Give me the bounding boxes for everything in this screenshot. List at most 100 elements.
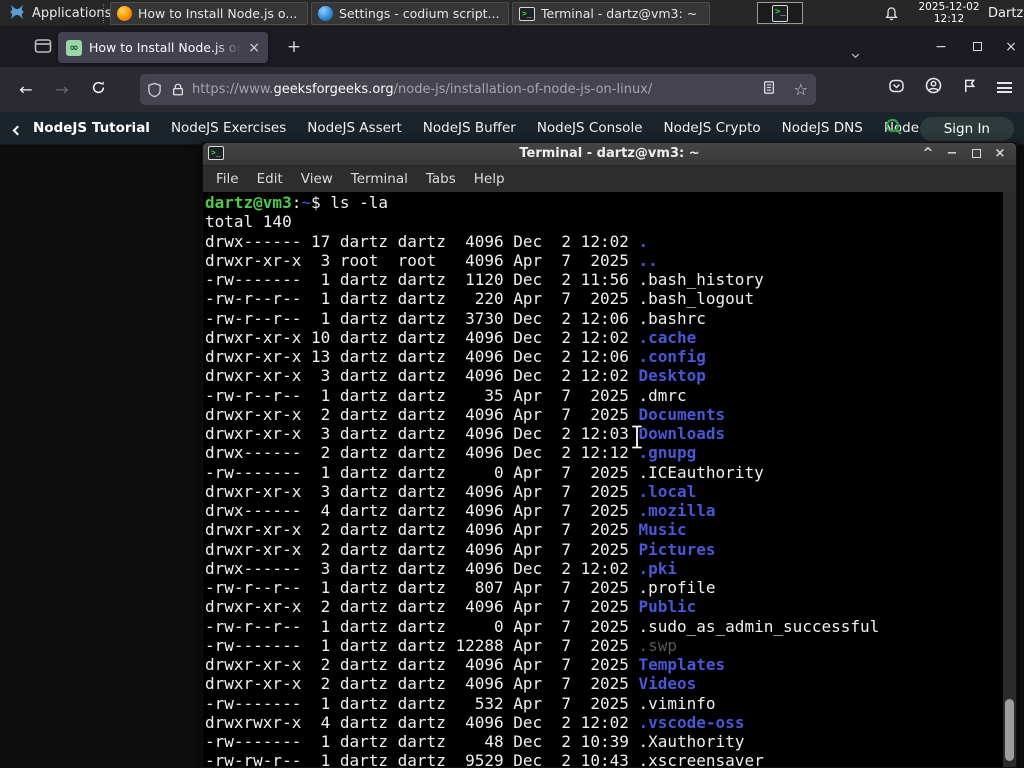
- panel-separator: [103, 4, 107, 23]
- terminal-menu-tabs[interactable]: Tabs: [417, 168, 465, 190]
- terminal-icon: >_: [519, 6, 535, 21]
- url-scheme: https://www.: [192, 82, 274, 97]
- terminal-line: -rw-r--r-- 1 dartz dartz 35 Apr 7 2025 .…: [205, 385, 687, 405]
- window-minimize-button[interactable]: −: [928, 39, 954, 57]
- taskbar-button-terminal[interactable]: >_ Terminal - dartz@vm3: ~: [512, 2, 710, 25]
- terminal-line: drwxrwxr-x 4 dartz dartz 4096 Dec 2 12:0…: [205, 712, 745, 732]
- applications-menu-button[interactable]: Applications: [0, 0, 119, 27]
- terminal-title: Terminal - dartz@vm3: ~: [519, 146, 700, 161]
- window-close-button[interactable]: ×: [998, 39, 1024, 57]
- terminal-line: -rw------- 1 dartz dartz 0 Apr 7 2025 .I…: [205, 462, 764, 482]
- terminal-line: drwxr-xr-x 2 dartz dartz 4096 Apr 7 2025…: [205, 674, 697, 694]
- nav-link-nodejs-assert[interactable]: NodeJS Assert: [307, 120, 402, 136]
- terminal-scrollbar-thumb[interactable]: [1005, 699, 1014, 761]
- terminal-window: >_ Terminal - dartz@vm3: ~ ^ − × File Edi…: [202, 142, 1017, 768]
- firefox-view-icon[interactable]: [34, 38, 52, 58]
- pocket-icon[interactable]: [888, 78, 905, 98]
- tab-close-icon[interactable]: ×: [248, 41, 260, 55]
- terminal-line: drwxr-xr-x 2 dartz dartz 4096 Apr 7 2025…: [205, 597, 697, 617]
- lock-icon[interactable]: [171, 82, 185, 97]
- terminal-menu-terminal[interactable]: Terminal: [342, 168, 417, 190]
- list-all-tabs-chevron-icon[interactable]: [851, 42, 860, 61]
- terminal-menu-view[interactable]: View: [292, 168, 342, 190]
- workspace-pager[interactable]: >_: [757, 2, 803, 24]
- search-icon[interactable]: [884, 117, 904, 141]
- task-label: Terminal - dartz@vm3: ~: [541, 6, 698, 21]
- terminal-line: -rw------- 1 dartz dartz 532 Apr 7 2025 …: [205, 693, 716, 713]
- xubuntu-logo-icon: [8, 3, 26, 25]
- terminal-scrollbar[interactable]: [1003, 192, 1016, 767]
- terminal-titlebar[interactable]: >_ Terminal - dartz@vm3: ~ ^ − ×: [203, 143, 1016, 166]
- terminal-screen[interactable]: dartz@vm3:~$ ls -la total 140 drwx------ 1…: [204, 192, 1003, 767]
- account-icon[interactable]: [925, 77, 942, 98]
- terminal-maximize-button[interactable]: [966, 145, 986, 163]
- back-button[interactable]: ←: [14, 78, 38, 102]
- notification-bell-icon[interactable]: [884, 6, 899, 26]
- url-domain: geeksforgeeks.org: [273, 82, 394, 97]
- terminal-line: total 140: [205, 212, 292, 232]
- terminal-line: drwx------ 17 dartz dartz 4096 Dec 2 12:…: [205, 231, 649, 251]
- top-panel: Applications How to Install Node.js o...…: [0, 0, 1024, 27]
- geeksforgeeks-favicon-icon: ∞: [66, 39, 82, 56]
- terminal-line: drwxr-xr-x 2 dartz dartz 4096 Apr 7 2025…: [205, 539, 716, 559]
- nav-link-nodejs-dns[interactable]: NodeJS DNS: [782, 120, 863, 136]
- url-bar[interactable]: https://www. geeksforgeeks.org/node-js/in…: [140, 74, 816, 105]
- terminal-menu-edit[interactable]: Edit: [248, 168, 292, 190]
- terminal-line: -rw-r--r-- 1 dartz dartz 3730 Dec 2 12:0…: [205, 308, 706, 328]
- reader-mode-icon[interactable]: [762, 80, 776, 99]
- bookmark-star-icon[interactable]: ☆: [794, 81, 808, 98]
- reload-button[interactable]: [86, 78, 110, 102]
- terminal-line: -rw-r--r-- 1 dartz dartz 0 Apr 7 2025 .s…: [205, 616, 880, 636]
- terminal-line: -rw-r--r-- 1 dartz dartz 807 Apr 7 2025 …: [205, 578, 716, 597]
- nav-link-nodejs-console[interactable]: NodeJS Console: [537, 120, 643, 136]
- terminal-line: drwxr-xr-x 2 dartz dartz 4096 Apr 7 2025…: [205, 520, 687, 540]
- terminal-line: -rw-r--r-- 1 dartz dartz 220 Apr 7 2025 …: [205, 289, 755, 309]
- clock-date: 2025-12-02: [918, 1, 980, 13]
- nav-link-current[interactable]: NodeJS Tutorial: [33, 120, 150, 136]
- terminal-line: drwxr-xr-x 10 dartz dartz 4096 Dec 2 12:…: [205, 327, 697, 347]
- menu-hamburger-icon[interactable]: [997, 82, 1012, 93]
- terminal-line: drwxr-xr-x 2 dartz dartz 4096 Apr 7 2025…: [205, 404, 726, 424]
- firefox-icon: [117, 6, 132, 21]
- terminal-shade-button[interactable]: ^: [918, 145, 938, 163]
- terminal-line: drwxr-xr-x 13 dartz dartz 4096 Dec 2 12:…: [205, 347, 706, 366]
- extensions-icon[interactable]: [962, 78, 977, 98]
- terminal-line: drwx------ 3 dartz dartz 4096 Dec 2 12:0…: [205, 558, 678, 578]
- terminal-close-button[interactable]: ×: [990, 145, 1010, 163]
- terminal-line: drwx------ 4 dartz dartz 4096 Apr 7 2025…: [205, 501, 716, 520]
- terminal-line: dartz@vm3:~$ ls -la: [205, 193, 389, 212]
- sign-in-button[interactable]: Sign In: [919, 116, 1014, 141]
- taskbar-button-firefox[interactable]: How to Install Node.js o...: [110, 2, 308, 25]
- site-nav-links: NodeJS Tutorial NodeJS Exercises NodeJS A…: [33, 120, 1024, 136]
- taskbar-button-codium[interactable]: Settings - codium script...: [311, 2, 509, 25]
- terminal-line: -rw------- 1 dartz dartz 1120 Dec 2 11:5…: [205, 270, 764, 289]
- url-path: /node-js/installation-of-node-js-on-linu…: [393, 82, 653, 97]
- clock-time: 12:12: [933, 12, 965, 25]
- forward-button[interactable]: →: [50, 78, 74, 102]
- terminal-line: -rw------- 1 dartz dartz 48 Dec 2 10:39 …: [205, 732, 745, 751]
- terminal-menu-file[interactable]: File: [207, 168, 248, 190]
- window-maximize-button[interactable]: [964, 39, 990, 57]
- user-menu[interactable]: Dartz: [988, 6, 1023, 21]
- new-tab-button[interactable]: +: [282, 35, 306, 59]
- terminal-menu-help[interactable]: Help: [465, 168, 514, 190]
- nav-link-nodejs-crypto[interactable]: NodeJS Crypto: [664, 120, 761, 136]
- terminal-icon: >_: [772, 4, 788, 22]
- site-nav-bar: NodeJS Tutorial NodeJS Exercises NodeJS A…: [0, 112, 1024, 145]
- nav-link-nodejs-exercises[interactable]: NodeJS Exercises: [171, 120, 286, 136]
- terminal-minimize-button[interactable]: −: [942, 145, 962, 163]
- nav-link-nodejs-buffer[interactable]: NodeJS Buffer: [423, 120, 516, 136]
- nav-scroll-left-icon[interactable]: [12, 119, 23, 138]
- terminal-line: -rw-rw-r-- 1 dartz dartz 9529 Dec 2 10:4…: [205, 751, 764, 767]
- clock[interactable]: 2025-12-02 12:12: [916, 1, 982, 25]
- browser-tab[interactable]: ∞ How to Install Node.js on ×: [58, 32, 268, 63]
- terminal-menubar: File Edit View Terminal Tabs Help: [203, 166, 1016, 192]
- terminal-line: drwxr-xr-x 3 dartz dartz 4096 Dec 2 12:0…: [205, 366, 706, 386]
- codium-icon: [318, 6, 333, 21]
- firefox-toolbar: ← → https://www. geeksforgeeks.org/node-j…: [0, 67, 1024, 112]
- terminal-line: -rw------- 1 dartz dartz 12288 Apr 7 202…: [205, 635, 678, 655]
- tracking-shield-icon[interactable]: [147, 82, 162, 98]
- terminal-line: drwxr-xr-x 3 root root 4096 Apr 7 2025 .…: [205, 250, 658, 270]
- task-label: How to Install Node.js o...: [138, 6, 298, 21]
- terminal-line: drwxr-xr-x 3 dartz dartz 4096 Apr 7 2025…: [205, 481, 697, 501]
